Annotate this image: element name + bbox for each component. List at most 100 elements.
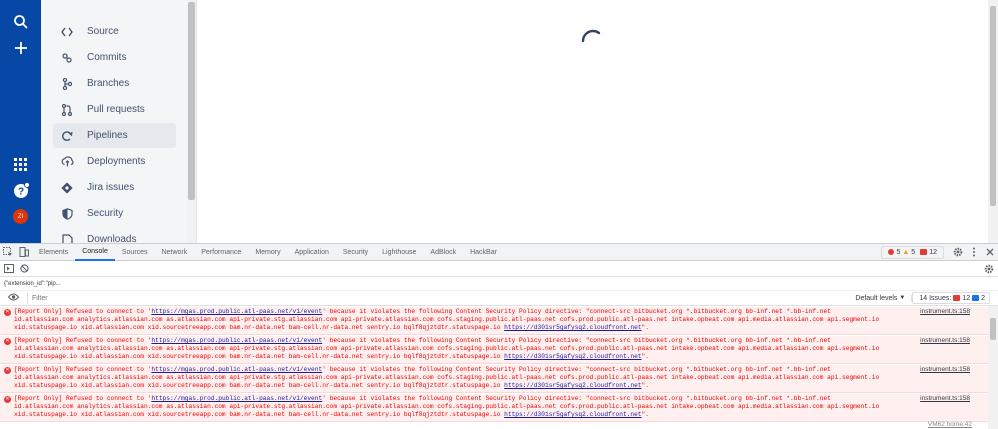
sidebar-item-label: Security [87, 208, 124, 219]
devtools-panel: Elements Console Sources Network Perform… [0, 243, 998, 429]
log-levels-dropdown[interactable]: Default levels ▼ [849, 294, 913, 302]
message-cdn-link[interactable]: https://d301sr5gafysq2.cloudfront.net [504, 353, 641, 360]
message-end: ". [641, 411, 649, 418]
tab-console[interactable]: Console [75, 244, 115, 261]
message-url-link[interactable]: https://mgas.prod.public.atl-paas.net/v1… [151, 395, 322, 402]
sidebar-item-deployments[interactable]: Deployments [53, 149, 176, 174]
message-source-link[interactable]: instrument.ts:158 [920, 337, 970, 345]
issues-button[interactable]: 14 Issues: 12 2 [912, 292, 990, 304]
issues-info-count: 2 [981, 294, 985, 302]
sidebar-item-commits[interactable]: Commits [53, 45, 176, 70]
console-error-message: ✕ [Report Only] Refused to connect to 'h… [0, 336, 988, 364]
sidebar-scrollbar[interactable] [187, 0, 196, 243]
sidebar-item-label: Deployments [87, 156, 146, 167]
message-end: ". [641, 382, 649, 389]
console-settings-icon[interactable] [984, 264, 994, 276]
issues-error-count: 12 [962, 294, 971, 302]
message-line-3: xid.statuspage.io xid.atlassian.com xid.… [14, 411, 909, 419]
filter-row: Default levels ▼ 14 Issues: 12 2 [0, 291, 998, 306]
error-warning-counter[interactable]: 5 ▲ 5 12 [881, 245, 944, 259]
devtools-tab-bar: Elements Console Sources Network Perform… [0, 244, 998, 261]
sidebar-item-label: Downloads [87, 234, 137, 243]
pipelines-icon [53, 130, 81, 142]
tab-elements[interactable]: Elements [32, 244, 75, 261]
message-prefix: [Report Only] Refused to connect to ' [14, 366, 152, 373]
sidebar-item-security[interactable]: Security [53, 201, 176, 226]
svg-text:?: ? [17, 186, 23, 197]
tab-application[interactable]: Application [288, 244, 336, 261]
search-icon[interactable] [8, 9, 33, 34]
message-line-1: [Report Only] Refused to connect to 'htt… [14, 366, 909, 374]
message-source-link[interactable]: instrument.ts:158 [920, 395, 970, 403]
message-rest: ' because it violates the following Cont… [322, 366, 831, 373]
message-url-link[interactable]: https://mgas.prod.public.atl-paas.net/v1… [151, 337, 322, 344]
message-line-3-text: xid.statuspage.io xid.atlassian.com xid.… [14, 382, 505, 389]
message-line-1: [Report Only] Refused to connect to 'htt… [14, 337, 909, 345]
close-icon[interactable] [982, 244, 998, 261]
console-error-message: ✕ [Report Only] Refused to connect to 'h… [0, 365, 988, 393]
eye-icon[interactable] [7, 293, 20, 303]
message-cdn-link[interactable]: https://d301sr5gafysq2.cloudfront.net [504, 382, 641, 389]
code-icon [53, 27, 81, 37]
message-rest: ' because it violates the following Cont… [322, 308, 831, 315]
main-content [198, 0, 988, 243]
message-cdn-link[interactable]: https://d301sr5gafysq2.cloudfront.net [504, 324, 641, 331]
context-selector[interactable]: {"extension_id":"pip... [0, 277, 998, 291]
sidebar-item-branches[interactable]: Branches [53, 71, 176, 96]
tab-hackbar[interactable]: HackBar [463, 244, 504, 261]
console-scrollbar-thumb[interactable] [990, 318, 996, 340]
filter-input[interactable] [27, 292, 827, 304]
inspect-element-icon[interactable] [0, 244, 16, 261]
gear-icon[interactable] [950, 244, 966, 261]
partial-source-link[interactable]: VM62 home:42 [928, 421, 972, 428]
main-scrollbar-thumb[interactable] [990, 6, 996, 206]
message-source-link[interactable]: instrument.ts:158 [920, 366, 970, 374]
error-x-icon: ✕ [4, 338, 11, 345]
tab-security[interactable]: Security [336, 244, 375, 261]
message-line-3: xid.statuspage.io xid.atlassian.com xid.… [14, 353, 909, 361]
sidebar-item-downloads[interactable]: Downloads [53, 227, 176, 243]
deployments-icon [53, 156, 81, 167]
chevron-down-icon: ▼ [899, 295, 906, 301]
message-line-3-text: xid.statuspage.io xid.atlassian.com xid.… [14, 411, 505, 418]
sidebar-item-jira-issues[interactable]: Jira issues [53, 175, 176, 200]
create-icon[interactable] [8, 35, 33, 60]
tab-memory[interactable]: Memory [248, 244, 287, 261]
issues-label: 14 Issues: [919, 294, 952, 302]
message-source-link[interactable]: instrument.ts:158 [920, 308, 970, 316]
sidebar-scrollbar-thumb[interactable] [188, 2, 195, 200]
shield-icon [53, 207, 81, 220]
message-cdn-link[interactable]: https://d301sr5gafysq2.cloudfront.net [504, 411, 641, 418]
tab-adblock[interactable]: AdBlock [423, 244, 463, 261]
app-switcher-icon[interactable] [8, 152, 33, 177]
avatar[interactable]: ZI [8, 204, 33, 229]
tab-performance[interactable]: Performance [194, 244, 248, 261]
message-line-3-text: xid.statuspage.io xid.atlassian.com xid.… [14, 324, 505, 331]
tab-network[interactable]: Network [155, 244, 195, 261]
warning-count: 5 [911, 248, 916, 256]
message-line-1: [Report Only] Refused to connect to 'htt… [14, 308, 909, 316]
console-scrollbar[interactable] [988, 306, 998, 429]
tab-sources[interactable]: Sources [115, 244, 155, 261]
message-line-1: [Report Only] Refused to connect to 'htt… [14, 395, 909, 403]
clear-console-icon[interactable] [20, 264, 29, 275]
sidebar-item-label: Jira issues [87, 182, 135, 193]
help-icon[interactable]: ? [8, 178, 33, 203]
message-line-2: id.atlassian.com analytics.atlassian.com… [14, 403, 880, 410]
tab-lighthouse[interactable]: Lighthouse [375, 244, 423, 261]
more-options-icon[interactable] [966, 244, 982, 261]
message-url-link[interactable]: https://mgas.prod.public.atl-paas.net/v1… [151, 308, 322, 315]
sidebar-item-pipelines[interactable]: Pipelines [53, 123, 176, 148]
message-line-3: xid.statuspage.io xid.atlassian.com xid.… [14, 324, 909, 332]
loading-spinner-icon [581, 29, 605, 48]
message-rest: ' because it violates the following Cont… [322, 395, 831, 402]
message-text: [Report Only] Refused to connect to 'htt… [14, 308, 909, 332]
sidebar-item-label: Source [87, 26, 119, 37]
message-url-link[interactable]: https://mgas.prod.public.atl-paas.net/v1… [151, 366, 322, 373]
sidebar-item-label: Pipelines [87, 130, 128, 141]
sidebar-item-pull-requests[interactable]: Pull requests [53, 97, 176, 122]
sidebar-toggle-icon[interactable] [4, 264, 14, 275]
main-scrollbar[interactable] [988, 0, 998, 243]
sidebar-item-source[interactable]: Source [53, 19, 176, 44]
device-toolbar-icon[interactable] [16, 244, 32, 261]
